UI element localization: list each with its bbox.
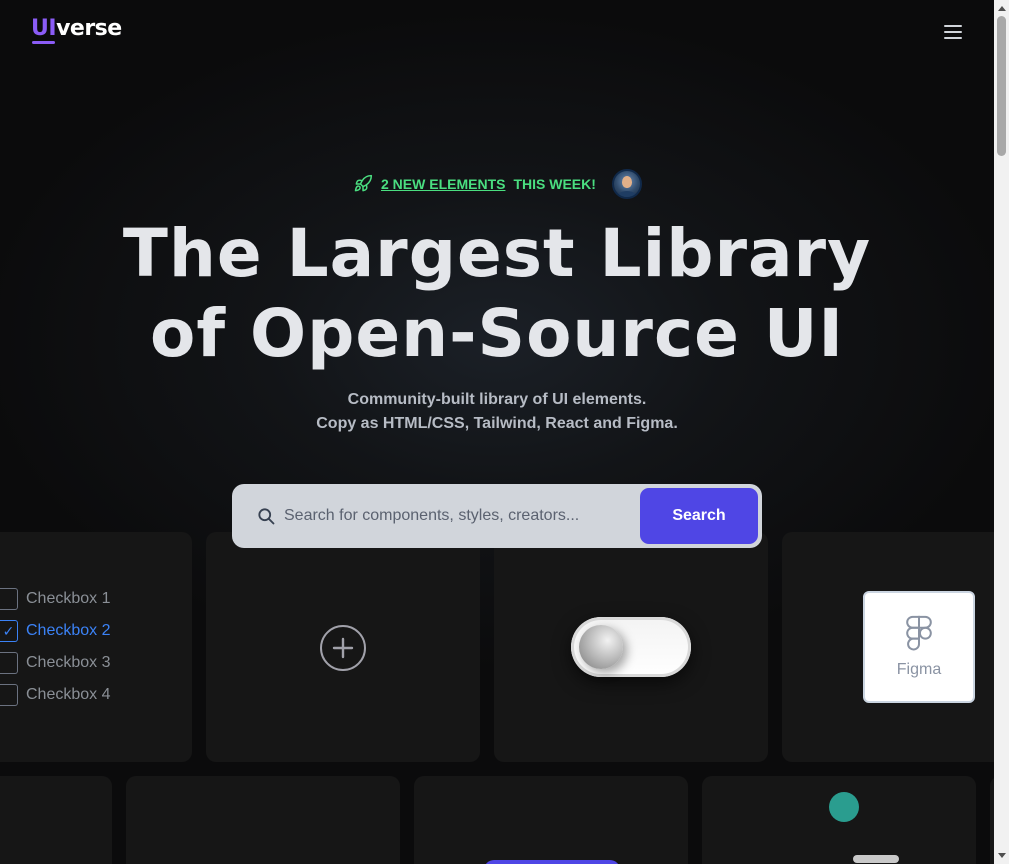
showcase-card — [126, 776, 400, 864]
teal-dot-element — [829, 792, 859, 822]
toggle-switch[interactable] — [571, 617, 691, 677]
menu-line — [944, 31, 962, 33]
menu-line — [944, 25, 962, 27]
menu-line — [944, 37, 962, 39]
page: UI verse 2 NEW ELEMENTS THIS WEEK! The La… — [0, 0, 994, 864]
checkbox-item-3[interactable]: Checkbox 3 — [0, 652, 111, 674]
logo-ui-text: UI — [31, 16, 57, 44]
checkbox-label: Checkbox 4 — [26, 686, 111, 703]
plus-icon — [332, 637, 354, 659]
creator-avatar[interactable] — [612, 169, 642, 199]
search-input[interactable] — [284, 507, 640, 525]
hamburger-menu-icon[interactable] — [944, 25, 962, 39]
figma-label: Figma — [896, 661, 942, 678]
avatar-face — [622, 176, 632, 188]
scrollbar-thumb[interactable] — [997, 16, 1006, 156]
checkbox-box[interactable] — [0, 684, 18, 706]
search-bar: Search — [232, 484, 762, 548]
vertical-scrollbar[interactable] — [994, 0, 1009, 864]
pill-element — [853, 855, 899, 863]
search-icon — [258, 508, 275, 525]
showcase-card — [0, 776, 112, 864]
hero-subtitle-line1: Community-built library of UI elements. — [347, 391, 647, 408]
scroll-down-arrow-icon[interactable] — [994, 849, 1009, 863]
hero-subtitle-line2: Copy as HTML/CSS, Tailwind, React and Fi… — [316, 415, 678, 432]
checkbox-box[interactable] — [0, 652, 18, 674]
announcement-rest-text: THIS WEEK! — [513, 176, 596, 192]
checkbox-label: Checkbox 2 — [26, 622, 111, 639]
rocket-icon — [354, 174, 373, 192]
figma-icon — [906, 615, 932, 651]
checkbox-item-4[interactable]: Checkbox 4 — [0, 684, 111, 706]
search-button[interactable]: Search — [640, 488, 758, 544]
toggle-knob — [579, 625, 623, 669]
checkbox-box[interactable] — [0, 588, 18, 610]
logo-verse-text: verse — [56, 16, 122, 41]
new-elements-link[interactable]: 2 NEW ELEMENTS — [381, 176, 505, 192]
showcase-card-checkboxes — [0, 532, 192, 762]
hero-title-line1: The Largest Library — [122, 215, 872, 292]
blue-button-element — [484, 860, 620, 864]
showcase-card — [414, 776, 688, 864]
hero-title-line2: of Open-Source UI — [150, 295, 844, 372]
checkbox-label: Checkbox 3 — [26, 654, 111, 671]
checkmark-icon[interactable]: ✓ — [0, 620, 18, 642]
announcement-banner: 2 NEW ELEMENTS THIS WEEK! — [353, 172, 596, 196]
avatar-body — [617, 191, 637, 197]
checkbox-item-2[interactable]: ✓ Checkbox 2 — [0, 620, 111, 642]
plus-circle-icon[interactable] — [320, 625, 366, 671]
uiverse-logo[interactable]: UI verse — [31, 16, 122, 44]
checkbox-item-1[interactable]: Checkbox 1 — [0, 588, 111, 610]
scroll-up-arrow-icon[interactable] — [994, 1, 1009, 15]
figma-button[interactable]: Figma — [863, 591, 975, 703]
checkbox-label: Checkbox 1 — [26, 590, 111, 607]
